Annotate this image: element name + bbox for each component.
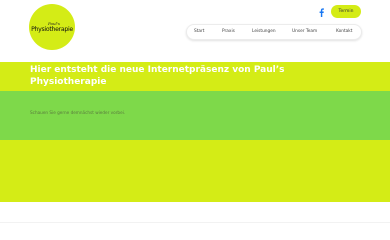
nav-item-kontakt[interactable]: Kontakt bbox=[336, 25, 352, 39]
lower-band bbox=[0, 140, 390, 202]
nav-item-praxis[interactable]: Praxis bbox=[222, 25, 235, 39]
nav-item-start[interactable]: Start bbox=[194, 25, 205, 39]
facebook-icon[interactable] bbox=[316, 6, 326, 18]
hero-title: Hier entsteht die neue Internetpräsenz v… bbox=[30, 65, 285, 87]
main-nav: Start Praxis Leistungen Unser Team Konta… bbox=[186, 24, 362, 40]
content-band: Schauen Sie gerne demnächst wieder vorbe… bbox=[0, 91, 390, 140]
site-logo[interactable]: Paul's Physiotherapie bbox=[29, 4, 75, 50]
nav-item-leistungen[interactable]: Leistungen bbox=[252, 25, 276, 39]
page: Paul's Physiotherapie Termin Start Praxi… bbox=[0, 0, 390, 240]
logo-main-text: Physiotherapie bbox=[31, 25, 73, 33]
footer-divider bbox=[0, 222, 390, 223]
hero-band: Hier entsteht die neue Internetpräsenz v… bbox=[0, 62, 390, 91]
nav-item-unser-team[interactable]: Unser Team bbox=[292, 25, 317, 39]
content-text: Schauen Sie gerne demnächst wieder vorbe… bbox=[30, 110, 126, 115]
appointment-button[interactable]: Termin bbox=[331, 5, 361, 18]
